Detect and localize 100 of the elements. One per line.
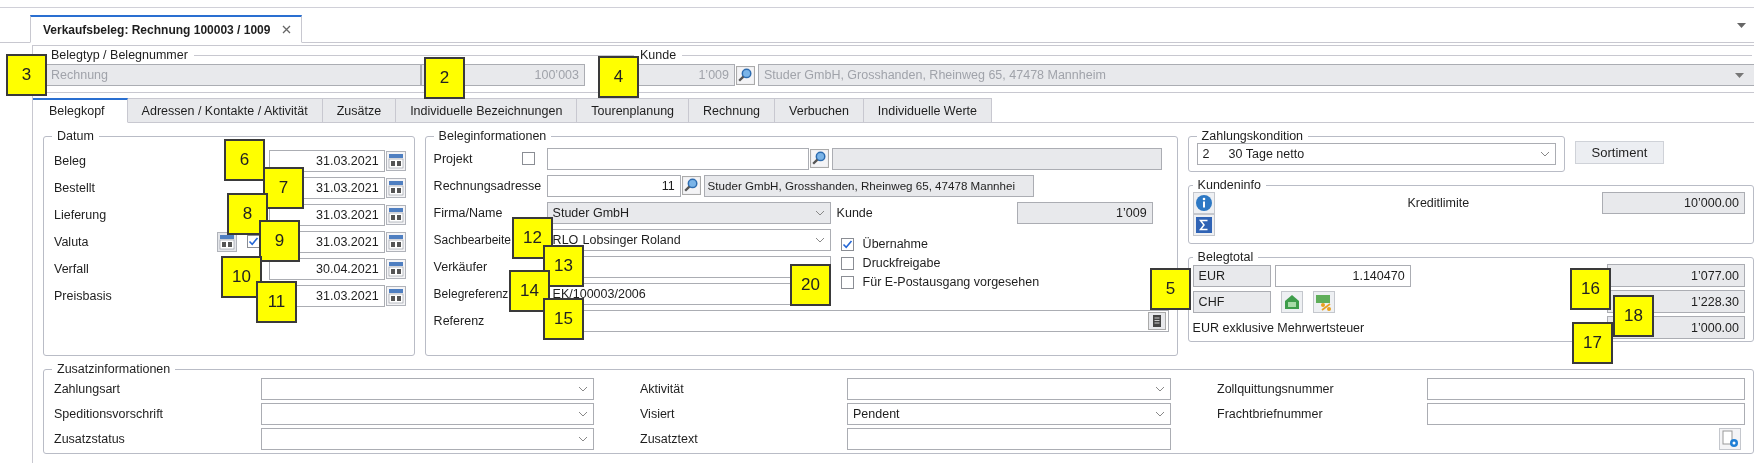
calendar-icon[interactable] <box>385 258 406 279</box>
field-label: Zollquittungsnummer <box>1216 381 1335 396</box>
currency-field: CHF <box>1192 290 1271 313</box>
search-icon[interactable] <box>681 176 701 195</box>
settings-icon[interactable] <box>1719 427 1741 450</box>
group-legend: Zusatzinformationen <box>52 362 176 376</box>
money-percent-icon[interactable] <box>1312 290 1335 313</box>
chevron-icon <box>814 209 825 216</box>
field-label: Zusatztext <box>639 431 699 446</box>
checkbox[interactable] <box>840 275 854 289</box>
field-label: Projekt <box>433 151 473 166</box>
customer-field: 1’009 <box>1016 201 1153 224</box>
group-legend: Beleginformationen <box>433 129 552 143</box>
field-label: Belegreferenz <box>433 286 509 301</box>
group-legend: Kundeninfo <box>1192 178 1266 192</box>
date-field[interactable]: 31.03.2021 <box>268 149 385 172</box>
chevron-icon <box>814 236 825 243</box>
calendar-icon[interactable] <box>216 231 237 252</box>
text-field[interactable] <box>1427 402 1745 425</box>
tab[interactable]: Adressen / Kontakte / Aktivität <box>127 98 323 123</box>
calendar-icon[interactable] <box>385 285 406 306</box>
text-field[interactable] <box>1427 377 1745 400</box>
callout-tooltip: 10 <box>221 256 262 298</box>
tab[interactable]: Individuelle Werte <box>863 98 992 123</box>
money-house-icon[interactable] <box>1280 290 1303 313</box>
checkbox[interactable] <box>246 235 260 248</box>
dropdown-caret-icon[interactable] <box>1737 22 1746 28</box>
calendar-icon[interactable] <box>385 231 406 252</box>
callout-tooltip: 9 <box>259 220 300 262</box>
text-field[interactable] <box>847 427 1171 450</box>
tab[interactable]: Rechnung <box>689 98 776 123</box>
sum-icon[interactable] <box>1192 214 1215 236</box>
tab[interactable]: Tourenplanung <box>577 98 690 123</box>
payment-terms-dropdown[interactable]: 2 30 Tage netto <box>1196 143 1556 165</box>
calendar-icon[interactable] <box>385 150 406 171</box>
calendar-icon[interactable] <box>385 177 406 198</box>
callout-tooltip: 5 <box>1150 268 1191 310</box>
company-dropdown[interactable]: Studer GmbH <box>546 201 831 224</box>
checkbox[interactable] <box>521 152 535 165</box>
group-legend: Zahlungskondition <box>1196 129 1309 143</box>
callout-tooltip: 8 <box>227 193 268 235</box>
group-legend: Datum <box>52 129 99 143</box>
total-field: 1’077.00 <box>1607 264 1745 287</box>
tab[interactable]: Zusätze <box>322 98 397 123</box>
callout-tooltip: 17 <box>1572 322 1613 364</box>
callout-tooltip: 6 <box>224 139 265 181</box>
field-label: Valuta <box>53 234 89 249</box>
field-label: Speditionsvorschrift <box>53 406 165 421</box>
credit-limit-field: 10’000.00 <box>1602 192 1745 214</box>
field-label: Kreditlimite <box>1406 196 1471 210</box>
address-number-field[interactable]: 11 <box>546 174 681 197</box>
currency-field: EUR <box>1192 264 1271 287</box>
field-label: Referenz <box>433 313 485 328</box>
chevron-icon <box>1155 385 1165 392</box>
info-icon[interactable] <box>1192 192 1215 214</box>
field-label: Beleg <box>53 153 86 168</box>
date-field[interactable]: 30.04.2021 <box>268 257 385 280</box>
tab[interactable]: Belegkopf <box>33 98 128 123</box>
calendar-icon[interactable] <box>385 204 406 225</box>
search-icon[interactable] <box>736 65 755 85</box>
field-label: Rechnungsadresse <box>433 178 542 193</box>
field-label: Zahlungsart <box>53 381 121 396</box>
document-tab[interactable]: Verkaufsbeleg: Rechnung 100003 / 1009 <box>30 15 303 43</box>
field-label: EUR exklusive Mehrwertsteuer <box>1192 320 1365 335</box>
chevron-icon <box>578 410 588 417</box>
chevron-icon <box>1539 151 1550 157</box>
field-label: Visiert <box>639 406 676 421</box>
tab[interactable]: Verbuchen <box>775 98 864 123</box>
callout-tooltip: 14 <box>509 270 550 312</box>
checkbox[interactable] <box>840 256 854 270</box>
callout-tooltip: 18 <box>1613 295 1654 337</box>
checkbox-label: Druckfreigabe <box>862 256 941 270</box>
sortiment-button[interactable]: Sortiment <box>1574 141 1665 164</box>
close-icon[interactable] <box>282 25 292 34</box>
callout-tooltip: 2 <box>424 57 465 99</box>
field-label: Bestellt <box>53 180 95 195</box>
field-label: Kunde <box>835 205 874 220</box>
field-label: Frachtbriefnummer <box>1216 406 1324 421</box>
callout-tooltip: 12 <box>512 217 553 259</box>
dropdown[interactable]: Pendent <box>847 402 1171 425</box>
tab[interactable]: Individuelle Bezeichnungen <box>396 98 578 123</box>
dropdown-caret-icon[interactable] <box>1735 72 1744 78</box>
field-label: Verfall <box>53 261 89 276</box>
field-label: Firma/Name <box>433 205 503 220</box>
field-label: Lieferung <box>53 207 107 222</box>
chevron-icon <box>1155 410 1165 417</box>
document-type-field: Rechnung <box>45 64 421 86</box>
exchange-rate-field[interactable]: 1.140470 <box>1274 264 1411 287</box>
group-legend: Belegtotal <box>1192 250 1259 264</box>
field-label: Aktivität <box>639 381 685 396</box>
field-label: Sachbearbeite <box>433 232 511 247</box>
address-field: Studer GmbH, Grosshanden, Rheinweg 65, 47478 Mannhei <box>703 174 1034 197</box>
checkbox-label: Übernahme <box>862 237 928 251</box>
checkbox[interactable] <box>840 237 854 251</box>
document-icon[interactable] <box>1147 311 1166 330</box>
callout-tooltip: 4 <box>598 56 639 98</box>
field-label: Zusatzstatus <box>53 431 126 446</box>
search-icon[interactable] <box>809 149 829 168</box>
field-label: Verkäufer <box>433 259 488 274</box>
field-label: Preisbasis <box>53 288 112 303</box>
